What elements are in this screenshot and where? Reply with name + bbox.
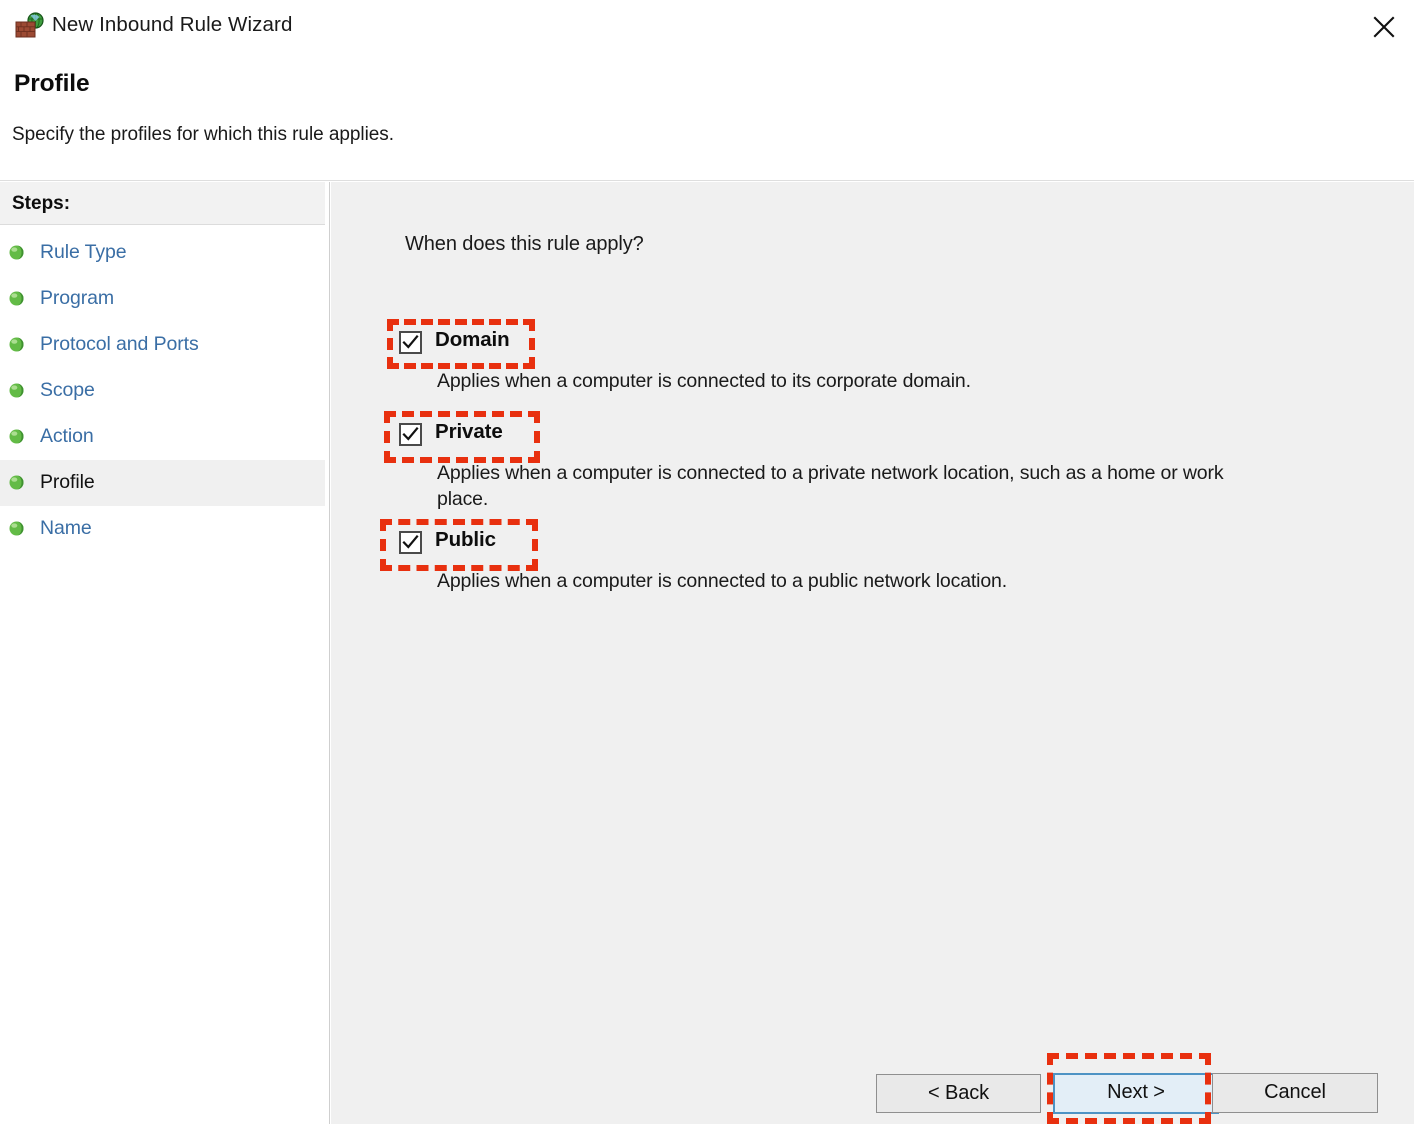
profile-option-domain: Domain Applies when a computer is connec… (331, 328, 1331, 392)
page-subtitle: Specify the profiles for which this rule… (12, 124, 394, 145)
profile-option-public: Public Applies when a computer is connec… (331, 528, 1331, 592)
page-title: Profile (14, 70, 90, 97)
step-bullet-icon (8, 336, 25, 353)
next-button-label: Next > (1107, 1081, 1165, 1103)
step-bullet-icon (8, 474, 25, 491)
window-title: New Inbound Rule Wizard (52, 13, 293, 36)
sidebar-item-label: Profile (40, 471, 95, 493)
private-checkbox-row[interactable]: Private (331, 420, 1331, 454)
steps-header: Steps: (0, 182, 325, 225)
sidebar-item-label: Action (40, 425, 94, 447)
step-bullet-icon (8, 428, 25, 445)
private-checkbox[interactable] (399, 423, 422, 446)
public-checkbox-row[interactable]: Public (331, 528, 1331, 562)
profile-option-private: Private Applies when a computer is conne… (331, 420, 1331, 510)
wizard-body: Steps: Rule Type Program Protocol and Po… (0, 182, 1414, 1124)
step-bullet-icon (8, 520, 25, 537)
sidebar-item-label: Rule Type (40, 241, 127, 263)
domain-label: Domain (435, 328, 510, 351)
cancel-button[interactable]: Cancel (1212, 1073, 1378, 1113)
content-panel: When does this rule apply? Domain Applie… (331, 182, 1414, 1124)
next-button[interactable]: Next > (1053, 1073, 1219, 1114)
sidebar-item-action[interactable]: Action (0, 414, 325, 460)
sidebar-item-name[interactable]: Name (0, 506, 325, 552)
sidebar-item-profile[interactable]: Profile (0, 460, 325, 506)
domain-description: Applies when a computer is connected to … (437, 370, 971, 392)
steps-header-label: Steps: (12, 193, 71, 214)
sidebar-item-label: Program (40, 287, 115, 309)
sidebar-item-label: Name (40, 517, 92, 539)
close-icon[interactable] (1360, 4, 1408, 46)
window-header: New Inbound Rule Wizard Profile Specify … (0, 0, 1414, 181)
step-bullet-icon (8, 290, 25, 307)
domain-checkbox-row[interactable]: Domain (331, 328, 1331, 362)
title-bar: New Inbound Rule Wizard (0, 0, 1414, 54)
cancel-button-label: Cancel (1264, 1081, 1326, 1103)
steps-sidebar: Steps: Rule Type Program Protocol and Po… (0, 182, 330, 1124)
firewall-globe-icon (14, 12, 44, 40)
step-bullet-icon (8, 382, 25, 399)
back-button-label: < Back (927, 1082, 990, 1104)
content-question: When does this rule apply? (405, 233, 644, 255)
back-button[interactable]: < Back (876, 1074, 1041, 1113)
private-description: Applies when a computer is connected to … (437, 462, 1224, 510)
domain-checkbox[interactable] (399, 331, 422, 354)
sidebar-item-rule-type[interactable]: Rule Type (0, 230, 325, 276)
sidebar-item-program[interactable]: Program (0, 276, 325, 322)
private-label: Private (435, 420, 503, 443)
sidebar-item-label: Protocol and Ports (40, 333, 199, 355)
public-description: Applies when a computer is connected to … (437, 570, 1008, 592)
step-bullet-icon (8, 244, 25, 261)
sidebar-item-label: Scope (40, 379, 95, 401)
sidebar-item-protocol-and-ports[interactable]: Protocol and Ports (0, 322, 325, 368)
public-checkbox[interactable] (399, 531, 422, 554)
public-label: Public (435, 528, 496, 551)
sidebar-item-scope[interactable]: Scope (0, 368, 325, 414)
